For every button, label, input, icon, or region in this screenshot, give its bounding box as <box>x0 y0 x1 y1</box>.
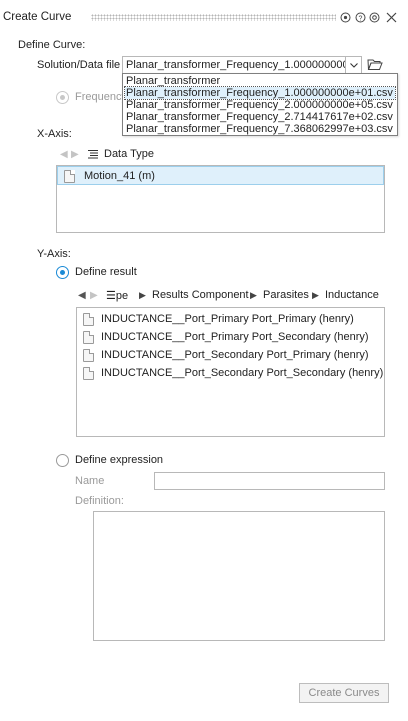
list-item[interactable]: INDUCTANCE__Port_Secondary Port_Secondar… <box>77 364 384 382</box>
frequency-label: Frequency <box>75 91 127 103</box>
back-arrow-icon: ◀ <box>60 149 68 160</box>
y-axis-heading: Y-Axis: <box>37 248 71 260</box>
dropdown-option-highlighted[interactable]: Planar_transformer_Frequency_1.000000000… <box>124 86 396 100</box>
list-item-selected[interactable]: Motion_41 (m) <box>57 166 384 185</box>
open-folder-icon[interactable] <box>367 58 383 71</box>
drag-handle[interactable] <box>91 14 336 21</box>
breadcrumb-separator-icon: ▶ <box>250 290 257 300</box>
list-item[interactable]: INDUCTANCE__Port_Primary Port_Primary (h… <box>77 310 384 328</box>
name-label: Name <box>75 475 105 487</box>
define-expression-radio[interactable] <box>56 454 69 467</box>
window-title: Create Curve <box>3 11 72 23</box>
info-icon[interactable] <box>369 12 380 23</box>
close-icon[interactable] <box>386 12 397 23</box>
y-axis-list[interactable]: INDUCTANCE__Port_Primary Port_Primary (h… <box>76 307 385 437</box>
document-icon <box>64 170 75 183</box>
breadcrumb-parasites[interactable]: Parasites <box>263 289 309 301</box>
forward-arrow-icon: ▶ <box>90 290 98 301</box>
list-item[interactable]: INDUCTANCE__Port_Secondary Port_Primary … <box>77 346 384 364</box>
list-item[interactable]: INDUCTANCE__Port_Primary Port_Secondary … <box>77 328 384 346</box>
x-axis-item-label: Motion_41 (m) <box>84 170 155 182</box>
help-icon[interactable]: ? <box>355 12 366 23</box>
breadcrumb-inductance[interactable]: Inductance <box>325 289 379 301</box>
dropdown-option[interactable]: Planar_transformer_Frequency_2.714417617… <box>125 111 395 123</box>
y-axis-item-label: INDUCTANCE__Port_Primary Port_Secondary … <box>101 331 369 343</box>
solution-file-label: Solution/Data file <box>37 59 121 71</box>
y-axis-item-label: INDUCTANCE__Port_Secondary Port_Secondar… <box>101 367 384 379</box>
data-type-column-header: Data Type <box>104 148 154 160</box>
y-axis-item-label: INDUCTANCE__Port_Secondary Port_Primary … <box>101 349 369 361</box>
definition-label: Definition: <box>75 495 124 507</box>
x-axis-heading: X-Axis: <box>37 128 72 140</box>
create-curves-button[interactable]: Create Curves <box>299 683 389 703</box>
define-result-label[interactable]: Define result <box>75 266 137 278</box>
dropdown-option[interactable]: Planar_transformer_Frequency_7.368062997… <box>125 123 395 135</box>
document-icon <box>83 331 94 344</box>
frequency-radio <box>56 91 69 104</box>
y-axis-item-label: INDUCTANCE__Port_Primary Port_Primary (h… <box>101 313 354 325</box>
document-icon <box>83 367 94 380</box>
breadcrumb-results-component[interactable]: Results Component <box>152 289 249 301</box>
define-curve-heading: Define Curve: <box>18 39 86 51</box>
definition-textarea[interactable] <box>93 511 385 641</box>
settings-icon[interactable] <box>340 12 351 23</box>
selected-file-text: Planar_transformer_Frequency_1.000000000… <box>126 59 346 71</box>
solution-file-select[interactable]: Planar_transformer_Frequency_1.000000000… <box>122 56 362 74</box>
svg-text:?: ? <box>359 15 363 22</box>
document-icon <box>83 313 94 326</box>
list-icon <box>88 149 98 159</box>
breadcrumb-separator-icon: ▶ <box>139 290 146 300</box>
document-icon <box>83 349 94 362</box>
title-bar: Create Curve ? <box>0 0 408 34</box>
dropdown-option[interactable]: Planar_transformer_Frequency_2.000000000… <box>125 99 395 111</box>
name-input[interactable] <box>154 472 385 490</box>
define-result-radio[interactable] <box>56 266 69 279</box>
forward-arrow-icon: ▶ <box>71 149 79 160</box>
back-arrow-icon[interactable]: ◀ <box>78 290 86 301</box>
x-axis-list[interactable]: Motion_41 (m) <box>56 165 385 233</box>
dropdown-option[interactable]: Planar_transformer <box>125 75 395 87</box>
file-dropdown-list[interactable]: Planar_transformer Planar_transformer_Fr… <box>122 73 398 136</box>
define-expression-label[interactable]: Define expression <box>75 454 163 466</box>
chevron-down-icon <box>350 63 358 68</box>
breadcrumb-separator-icon: ▶ <box>312 290 319 300</box>
dropdown-button[interactable] <box>345 57 361 73</box>
breadcrumb-type[interactable]: ☰pe <box>106 289 128 302</box>
